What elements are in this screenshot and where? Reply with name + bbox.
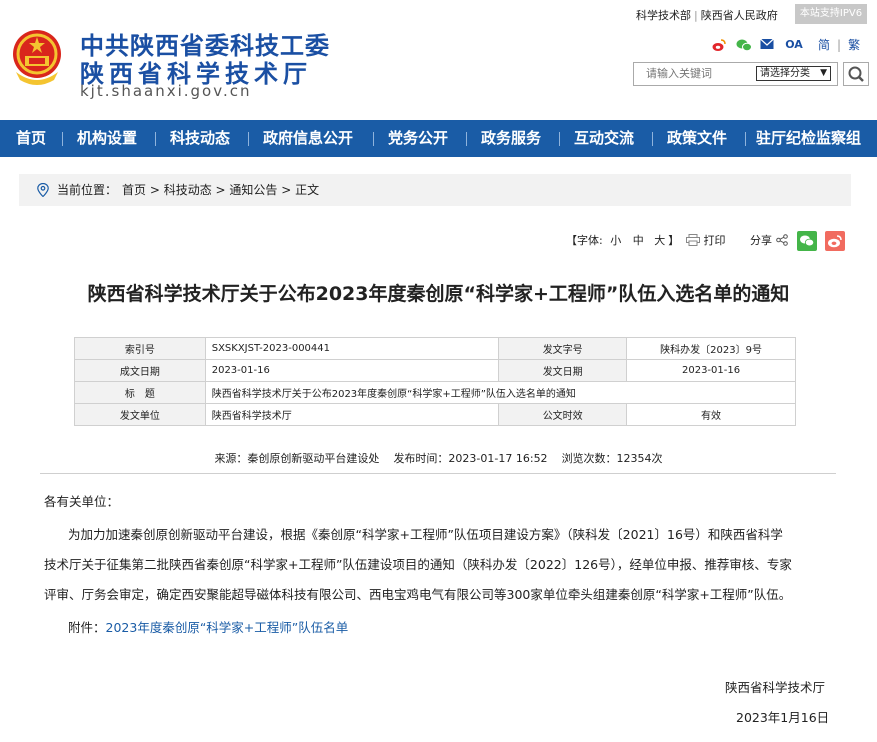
- nav-divider: [248, 132, 249, 146]
- font-large-button[interactable]: 大: [654, 234, 665, 247]
- meta-value: 陕科办发〔2023〕9号: [626, 337, 796, 360]
- table-row: 索引号 SXSKXJST-2023-000441 发文字号 陕科办发〔2023〕…: [74, 337, 796, 360]
- attachment-link[interactable]: 2023年度秦创原“科学家+工程师”队伍名单: [106, 620, 349, 635]
- salutation: 各有关单位：: [44, 494, 120, 509]
- breadcrumb-label: 当前位置：: [57, 183, 118, 197]
- paragraph-line: 技术厅关于征集第二批陕西省秦创原“科学家+工程师”队伍建设项目的通知（陕科办发〔…: [44, 557, 792, 572]
- font-size-tool: 【字体: 小 中 大】: [566, 230, 679, 252]
- table-row: 发文单位 陕西省科学技术厅 公文时效 有效: [74, 403, 796, 426]
- site-domain: kjt.shaanxi.gov.cn: [80, 82, 252, 100]
- nav-organization[interactable]: 机构设置: [77, 120, 137, 157]
- breadcrumb-tech-news[interactable]: 科技动态: [164, 183, 212, 197]
- link-shaanxi-gov[interactable]: 陕西省人民政府: [701, 9, 778, 22]
- breadcrumb-notices[interactable]: 通知公告: [229, 183, 277, 197]
- font-small-button[interactable]: 小: [610, 234, 621, 247]
- nav-party-affairs[interactable]: 党务公开: [388, 120, 448, 157]
- nav-home[interactable]: 首页: [16, 120, 46, 157]
- print-button[interactable]: 打印: [686, 230, 726, 252]
- paragraph-line: 为加力加速秦创原创新驱动平台建设，根据《秦创原“科学家+工程师”队伍项目建设方案…: [68, 527, 783, 542]
- article-title: 陕西省科学技术厅关于公布2023年度秦创原“科学家+工程师”队伍入选名单的通知: [87, 283, 790, 305]
- meta-key: 发文日期: [498, 359, 628, 382]
- chevron-down-icon: ▼: [820, 68, 827, 78]
- search-button[interactable]: [843, 62, 869, 86]
- font-size-prefix: 【字体:: [566, 234, 603, 247]
- weibo-icon: [828, 235, 842, 248]
- article-source-line: 来源：秦创原创新驱动平台建设处 发布时间：2023-01-17 16:52 浏览次数…: [0, 450, 877, 466]
- print-label: 打印: [703, 234, 726, 247]
- mail-icon[interactable]: [760, 38, 774, 52]
- attachment-label: 附件：: [68, 620, 106, 635]
- nav-divider: [652, 132, 653, 146]
- top-link-separator: |: [694, 9, 698, 22]
- nav-gov-services[interactable]: 政务服务: [481, 120, 541, 157]
- nav-divider: [466, 132, 467, 146]
- breadcrumb-home[interactable]: 首页: [122, 183, 146, 197]
- meta-value: 2023-01-16: [626, 359, 796, 382]
- breadcrumb: 当前位置： 首页 > 科技动态 > 通知公告 > 正文: [19, 174, 851, 206]
- nav-tech-news[interactable]: 科技动态: [170, 120, 230, 157]
- search-icon: [848, 66, 864, 82]
- document-meta-table: 索引号 SXSKXJST-2023-000441 发文字号 陕科办发〔2023〕…: [74, 337, 797, 426]
- meta-key: 发文字号: [498, 337, 628, 360]
- nav-discipline-inspection[interactable]: 驻厅纪检监察组: [756, 120, 861, 157]
- nav-gov-info[interactable]: 政府信息公开: [263, 120, 353, 157]
- table-row: 标 题 陕西省科学技术厅关于公布2023年度秦创原“科学家+工程师”队伍入选名单…: [74, 381, 797, 404]
- search-category-select[interactable]: 请选择分类 ▼: [756, 66, 831, 81]
- traditional-chinese-link[interactable]: 繁: [848, 36, 860, 53]
- nav-divider: [155, 132, 156, 146]
- search-input[interactable]: [634, 63, 744, 85]
- wechat-icon[interactable]: [736, 38, 752, 52]
- wechat-icon: [800, 235, 815, 247]
- top-links: 科学技术部 | 陕西省人民政府: [636, 7, 778, 23]
- paragraph-line: 评审、厅务会审定，确定西安聚能超导磁体科技有限公司、西电宝鸡电气有限公司等300…: [44, 587, 792, 602]
- simplified-chinese-link[interactable]: 简: [818, 36, 830, 53]
- share-tool: 分享: [750, 230, 788, 252]
- meta-key: 标 题: [74, 381, 206, 404]
- share-weibo-button[interactable]: [825, 231, 845, 251]
- attachment-line: 附件：2023年度秦创原“科学家+工程师”队伍名单: [68, 617, 348, 636]
- site-header: 中共陕西省委科技工委 陕西省科学技术厅 kjt.shaanxi.gov.cn 科…: [0, 0, 877, 120]
- font-medium-button[interactable]: 中: [633, 234, 644, 247]
- search-box: 请选择分类 ▼: [633, 62, 838, 86]
- meta-key: 发文单位: [74, 403, 206, 426]
- nav-interaction[interactable]: 互动交流: [574, 120, 634, 157]
- share-wechat-button[interactable]: [797, 231, 817, 251]
- location-pin-icon: [37, 183, 49, 197]
- signature-date: 2023年1月16日: [736, 710, 830, 725]
- lang-separator: |: [837, 37, 842, 52]
- table-row: 成文日期 2023-01-16 发文日期 2023-01-16: [74, 359, 796, 382]
- nav-divider: [559, 132, 560, 146]
- meta-value: 有效: [626, 403, 796, 426]
- signature-org: 陕西省科学技术厅: [725, 680, 826, 695]
- meta-value: 陕西省科学技术厅: [204, 403, 500, 426]
- meta-key: 索引号: [74, 337, 206, 360]
- nav-divider: [373, 132, 374, 146]
- link-most[interactable]: 科学技术部: [636, 9, 691, 22]
- meta-key: 成文日期: [74, 359, 206, 382]
- main-nav: 首页 机构设置 科技动态 政府信息公开 党务公开 政务服务 互动交流 政策文件 …: [0, 120, 877, 157]
- nav-divider: [745, 132, 746, 146]
- breadcrumb-current: 正文: [295, 183, 320, 197]
- social-toolbar: OA 简 | 繁: [712, 36, 860, 53]
- share-label: 分享: [750, 234, 772, 247]
- article-publish-time: 发布时间：2023-01-17 16:52: [393, 452, 548, 465]
- oa-link[interactable]: OA: [784, 38, 804, 52]
- ipv6-badge: 本站支持IPV6: [795, 4, 867, 24]
- article-views: 浏览次数：12354次: [561, 452, 663, 465]
- font-size-suffix: 】: [668, 234, 680, 247]
- meta-key: 公文时效: [498, 403, 628, 426]
- meta-value: 陕西省科学技术厅关于公布2023年度秦创原“科学家+工程师”队伍入选名单的通知: [204, 381, 797, 404]
- weibo-icon[interactable]: [712, 38, 726, 52]
- divider: [40, 473, 836, 474]
- article-source: 来源：秦创原创新驱动平台建设处: [214, 452, 380, 465]
- meta-value: 2023-01-16: [204, 359, 500, 382]
- share-icon: [775, 234, 788, 246]
- nav-divider: [62, 132, 63, 146]
- breadcrumb-path: 首页 > 科技动态 > 通知公告 > 正文: [122, 183, 320, 197]
- nav-policy-docs[interactable]: 政策文件: [667, 120, 727, 157]
- national-emblem-icon: [13, 30, 61, 85]
- printer-icon: [686, 234, 700, 246]
- search-category-label: 请选择分类: [760, 68, 810, 79]
- meta-value: SXSKXJST-2023-000441: [204, 337, 500, 360]
